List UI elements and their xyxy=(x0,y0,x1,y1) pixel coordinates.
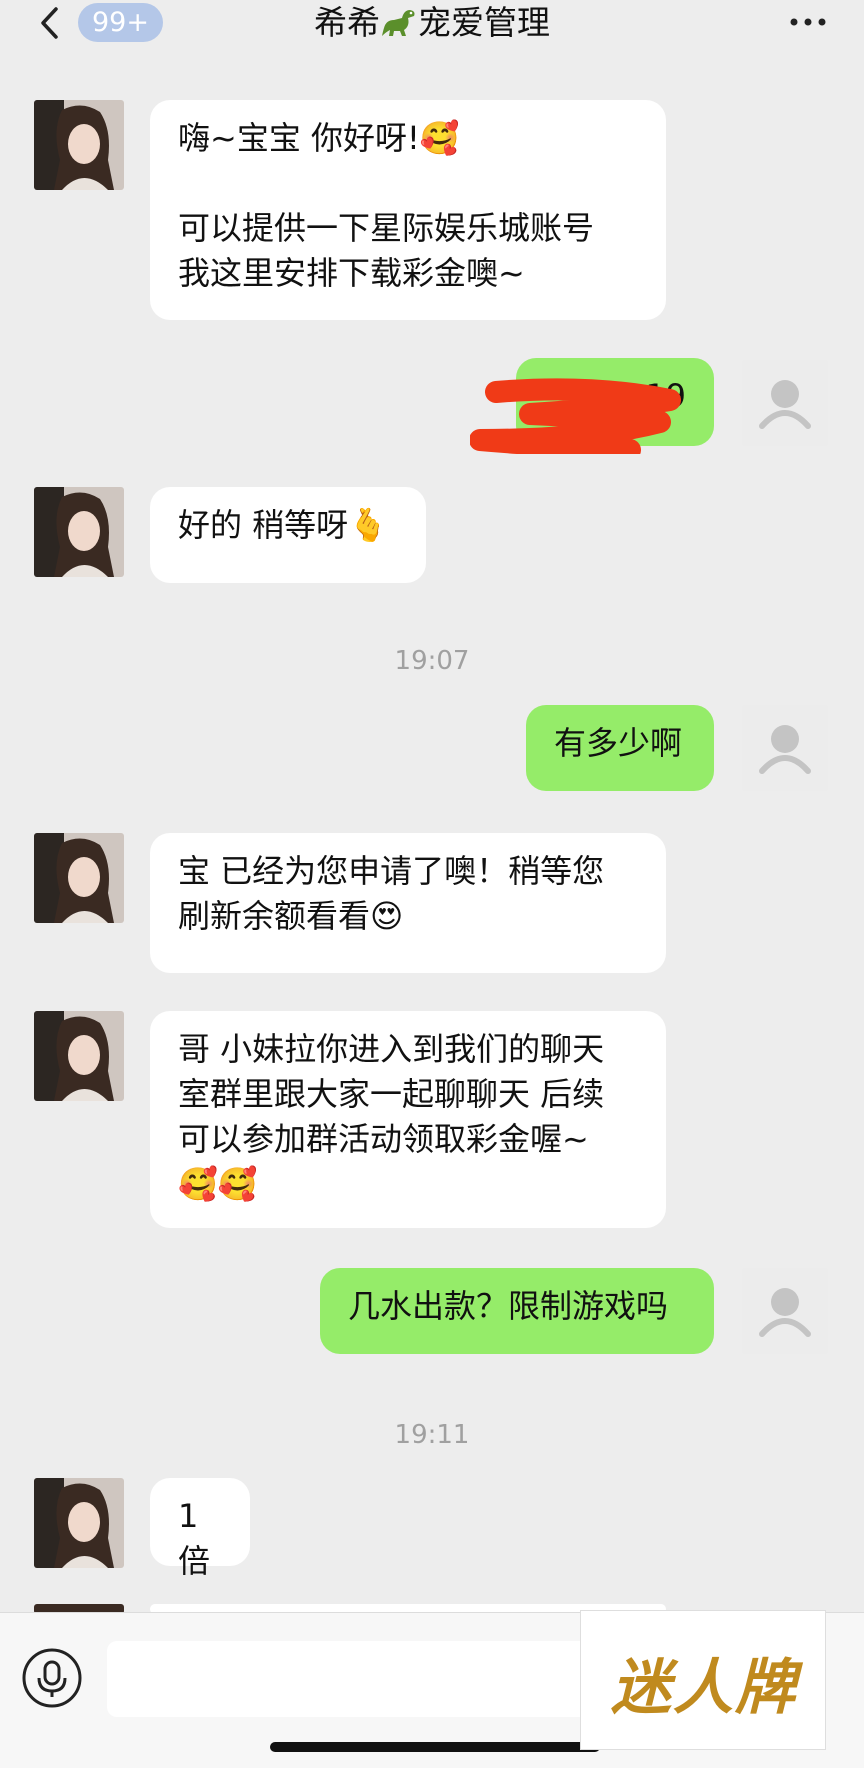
chat-title-left: 希希 xyxy=(314,3,380,42)
message-bubble-incoming: 好的 稍等呀🫰 xyxy=(150,487,426,583)
default-user-icon xyxy=(759,1288,811,1337)
message-bubble-outgoing: 有多少啊 xyxy=(526,705,714,791)
redaction-scribble xyxy=(470,378,681,454)
timestamp: 19:11 xyxy=(394,1420,470,1450)
message-bubble-incoming: 1倍 xyxy=(150,1478,250,1580)
message-bubble-outgoing: 几水出款？限制游戏吗 xyxy=(320,1268,714,1354)
default-user-icon xyxy=(759,380,811,429)
home-indicator xyxy=(270,1742,600,1752)
contact-avatar[interactable] xyxy=(34,100,124,190)
contact-avatar-image xyxy=(34,833,124,923)
message-bubble-incoming: 嗨~宝宝 你好呀!🥰 可以提供一下星际娱乐城账号 我这里安排下载彩金噢~ xyxy=(150,100,666,320)
self-avatar[interactable] xyxy=(742,705,828,791)
contact-avatar[interactable] xyxy=(34,487,124,577)
contact-avatar-image xyxy=(34,487,124,577)
watermark: 迷人牌 xyxy=(580,1610,826,1750)
self-avatar[interactable] xyxy=(742,360,828,446)
self-avatar[interactable] xyxy=(742,1268,828,1354)
contact-avatar[interactable] xyxy=(34,833,124,923)
timestamp: 19:07 xyxy=(394,646,470,676)
contact-avatar-image xyxy=(34,1011,124,1101)
contact-avatar[interactable] xyxy=(34,1011,124,1101)
message-bubble-incoming: 哥 小妹拉你进入到我们的聊天 室群里跟大家一起聊聊天 后续 可以参加群活动领取彩… xyxy=(150,1011,666,1228)
chat-title: 希希 宠爱管理 xyxy=(0,2,864,44)
default-user-icon xyxy=(759,725,811,774)
chat-title-right: 宠爱管理 xyxy=(418,3,550,42)
contact-avatar[interactable] xyxy=(34,1478,124,1568)
voice-input-icon[interactable] xyxy=(20,1646,84,1710)
contact-avatar-image xyxy=(34,100,124,190)
chat-header: 99+ 希希 宠爱管理 xyxy=(0,0,864,52)
more-options-icon[interactable] xyxy=(788,10,828,34)
message-bubble-incoming: 宝 已经为您申请了噢！稍等您 刷新余额看看😍 xyxy=(150,833,666,973)
dinosaur-icon xyxy=(382,10,415,36)
watermark-text: 迷人牌 xyxy=(611,1653,797,1723)
contact-avatar-image xyxy=(34,1478,124,1568)
